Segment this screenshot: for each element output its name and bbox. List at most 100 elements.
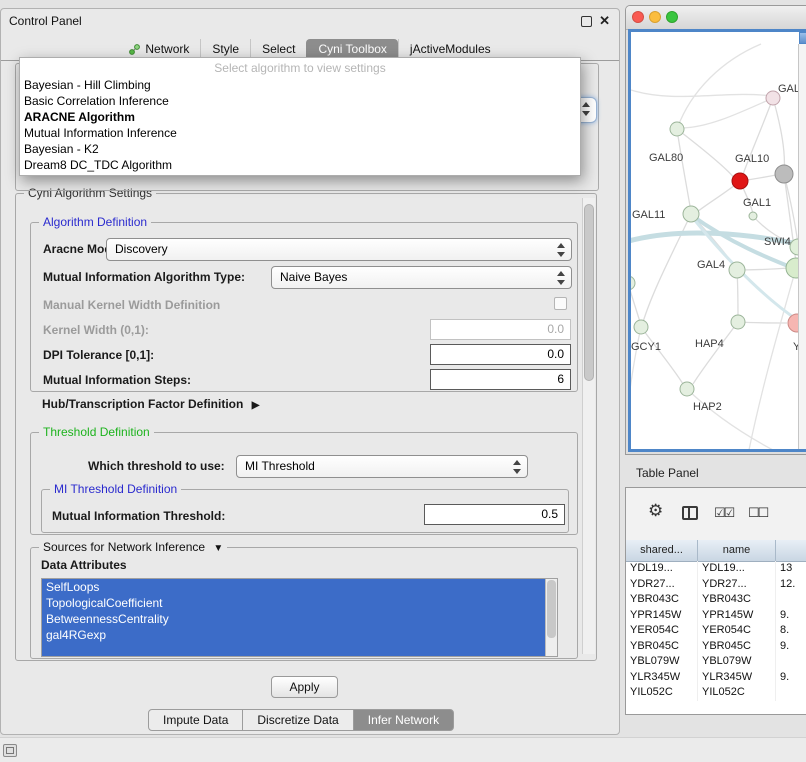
network-edge[interactable]: [687, 389, 773, 450]
close-window-button[interactable]: [632, 11, 644, 23]
network-edge[interactable]: [683, 98, 773, 128]
network-node[interactable]: [775, 165, 793, 183]
table-cell: YBR045C: [698, 639, 776, 655]
algorithm-option[interactable]: Bayesian - Hill Climbing: [20, 77, 580, 93]
network-edge[interactable]: [693, 322, 738, 384]
network-canvas-svg[interactable]: GALGAL80GAL10GAL11GAL1SWI4GAL4GCY1HAP4HA…: [631, 32, 803, 452]
table-row[interactable]: YLR345WYLR345W9.: [626, 670, 806, 686]
table-row[interactable]: YBL079WYBL079W: [626, 654, 806, 670]
birdseye-toggle-icon[interactable]: [799, 32, 806, 44]
apply-button[interactable]: Apply: [271, 676, 338, 698]
kernel-width-field[interactable]: 0.0: [430, 319, 571, 340]
cyni-algorithm-settings-group: Cyni Algorithm Settings Algorithm Defini…: [15, 193, 597, 661]
data-attributes-list[interactable]: SelfLoopsTopologicalCoefficientBetweenne…: [41, 578, 558, 657]
network-node[interactable]: [670, 122, 684, 136]
deselect-all-columns-icon[interactable]: ☐☐: [748, 505, 767, 521]
table-cell: YBR043C: [626, 592, 698, 608]
manual-kernel-checkbox[interactable]: [554, 297, 567, 310]
table-row[interactable]: YBR043CYBR043C: [626, 592, 806, 608]
network-edge[interactable]: [749, 268, 796, 450]
attribute-item[interactable]: BetweennessCentrality: [42, 611, 557, 627]
algorithm-dropdown-popup: Select algorithm to view settings Bayesi…: [19, 57, 581, 176]
column-header-name[interactable]: name: [698, 540, 776, 561]
mi-threshold-label: Mutual Information Threshold:: [52, 509, 225, 523]
close-panel-icon[interactable]: ✕: [599, 13, 610, 29]
algorithm-option[interactable]: Dream8 DC_TDC Algorithm: [20, 157, 580, 173]
network-edge[interactable]: [643, 214, 691, 322]
attribute-item[interactable]: TopologicalCoefficient: [42, 595, 557, 611]
table-row[interactable]: YDR27...YDR27...12.: [626, 577, 806, 593]
algorithm-option[interactable]: ARACNE Algorithm: [20, 109, 580, 125]
table-row[interactable]: YDL19...YDL19...13: [626, 561, 806, 577]
network-icon: [129, 44, 140, 55]
tab-impute-data[interactable]: Impute Data: [148, 709, 243, 731]
network-node[interactable]: [631, 276, 635, 290]
mi-steps-field[interactable]: 6: [430, 369, 571, 390]
tab-discretize-data[interactable]: Discretize Data: [242, 709, 353, 731]
mi-type-combo[interactable]: Naive Bayes: [271, 266, 572, 289]
algorithm-option[interactable]: Bayesian - K2: [20, 141, 580, 157]
network-node-label: GAL: [778, 83, 800, 95]
column-header-shared-name[interactable]: shared...: [626, 540, 698, 561]
algorithm-option[interactable]: Mutual Information Inference: [20, 125, 580, 141]
zoom-window-button[interactable]: [666, 11, 678, 23]
network-edge[interactable]: [631, 90, 771, 96]
sources-toggle[interactable]: Sources for Network Inference ▼: [39, 540, 227, 554]
network-node[interactable]: [749, 212, 757, 220]
network-edge[interactable]: [631, 327, 641, 410]
network-edge[interactable]: [677, 129, 691, 212]
table-row[interactable]: YER054CYER054C8.: [626, 623, 806, 639]
combo-arrows-icon: [513, 460, 522, 474]
column-header-partial[interactable]: [776, 540, 806, 561]
panel-toggle-icon[interactable]: [3, 744, 17, 757]
network-window-titlebar[interactable]: [626, 6, 806, 30]
network-edge[interactable]: [641, 327, 683, 384]
table-row[interactable]: YPR145WYPR145W9.: [626, 608, 806, 624]
network-node[interactable]: [729, 262, 745, 278]
mi-threshold-field[interactable]: 0.5: [424, 504, 565, 525]
attribute-item[interactable]: gal4RGexp: [42, 627, 557, 643]
minimize-window-button[interactable]: [649, 11, 661, 23]
tab-infer-network[interactable]: Infer Network: [353, 709, 454, 731]
table-cell: [776, 685, 806, 701]
network-canvas[interactable]: GALGAL80GAL10GAL11GAL1SWI4GAL4GCY1HAP4HA…: [628, 29, 806, 452]
algorithm-option[interactable]: Basic Correlation Inference: [20, 93, 580, 109]
network-node[interactable]: [634, 320, 648, 334]
network-node[interactable]: [731, 315, 745, 329]
manual-kernel-label: Manual Kernel Width Definition: [43, 298, 220, 312]
table-cell: YBR043C: [698, 592, 776, 608]
network-edge[interactable]: [677, 44, 761, 129]
network-edge[interactable]: [773, 98, 784, 173]
network-node-label: GAL10: [735, 153, 769, 165]
threshold-definition-group: Threshold Definition Which threshold to …: [30, 432, 578, 535]
settings-scrollbar[interactable]: [582, 198, 595, 654]
attribute-item[interactable]: SelfLoops: [42, 579, 557, 595]
network-scrollbar[interactable]: [798, 44, 806, 449]
which-threshold-combo[interactable]: MI Threshold: [236, 455, 528, 478]
columns-icon[interactable]: [682, 506, 698, 520]
network-node-label: SWI4: [764, 236, 791, 248]
table-cell: 12.: [776, 577, 806, 593]
network-node[interactable]: [732, 173, 748, 189]
select-all-columns-icon[interactable]: ☑☑: [714, 505, 733, 521]
table-panel-window: ⚙ ☑☑ ☐☐ shared... name YDL19...YDL19...1…: [625, 487, 806, 715]
scrollbar-thumb[interactable]: [584, 204, 594, 381]
aracne-mode-combo[interactable]: Discovery: [106, 238, 572, 261]
dpi-tolerance-field[interactable]: 0.0: [430, 344, 571, 365]
network-node[interactable]: [680, 382, 694, 396]
network-edge[interactable]: [677, 129, 735, 179]
algorithm-options: Bayesian - Hill ClimbingBasic Correlatio…: [20, 77, 580, 173]
float-panel-icon[interactable]: [581, 16, 592, 27]
network-node[interactable]: [683, 206, 699, 222]
scrollbar-thumb[interactable]: [547, 580, 556, 638]
hub-tf-definition-toggle[interactable]: Hub/Transcription Factor Definition ▶: [42, 397, 259, 411]
sources-group: Sources for Network Inference ▼ Data Att…: [30, 547, 578, 659]
network-edge[interactable]: [784, 174, 798, 244]
table-cell: YIL052C: [626, 685, 698, 701]
gear-icon[interactable]: ⚙: [648, 502, 663, 519]
attributes-scrollbar[interactable]: [545, 579, 557, 656]
table-row[interactable]: YIL052CYIL052C: [626, 685, 806, 701]
algorithm-definition-group: Algorithm Definition Aracne Mode: Discov…: [30, 222, 578, 392]
attribute-item-partial[interactable]: [42, 643, 557, 657]
table-row[interactable]: YBR045CYBR045C9.: [626, 639, 806, 655]
